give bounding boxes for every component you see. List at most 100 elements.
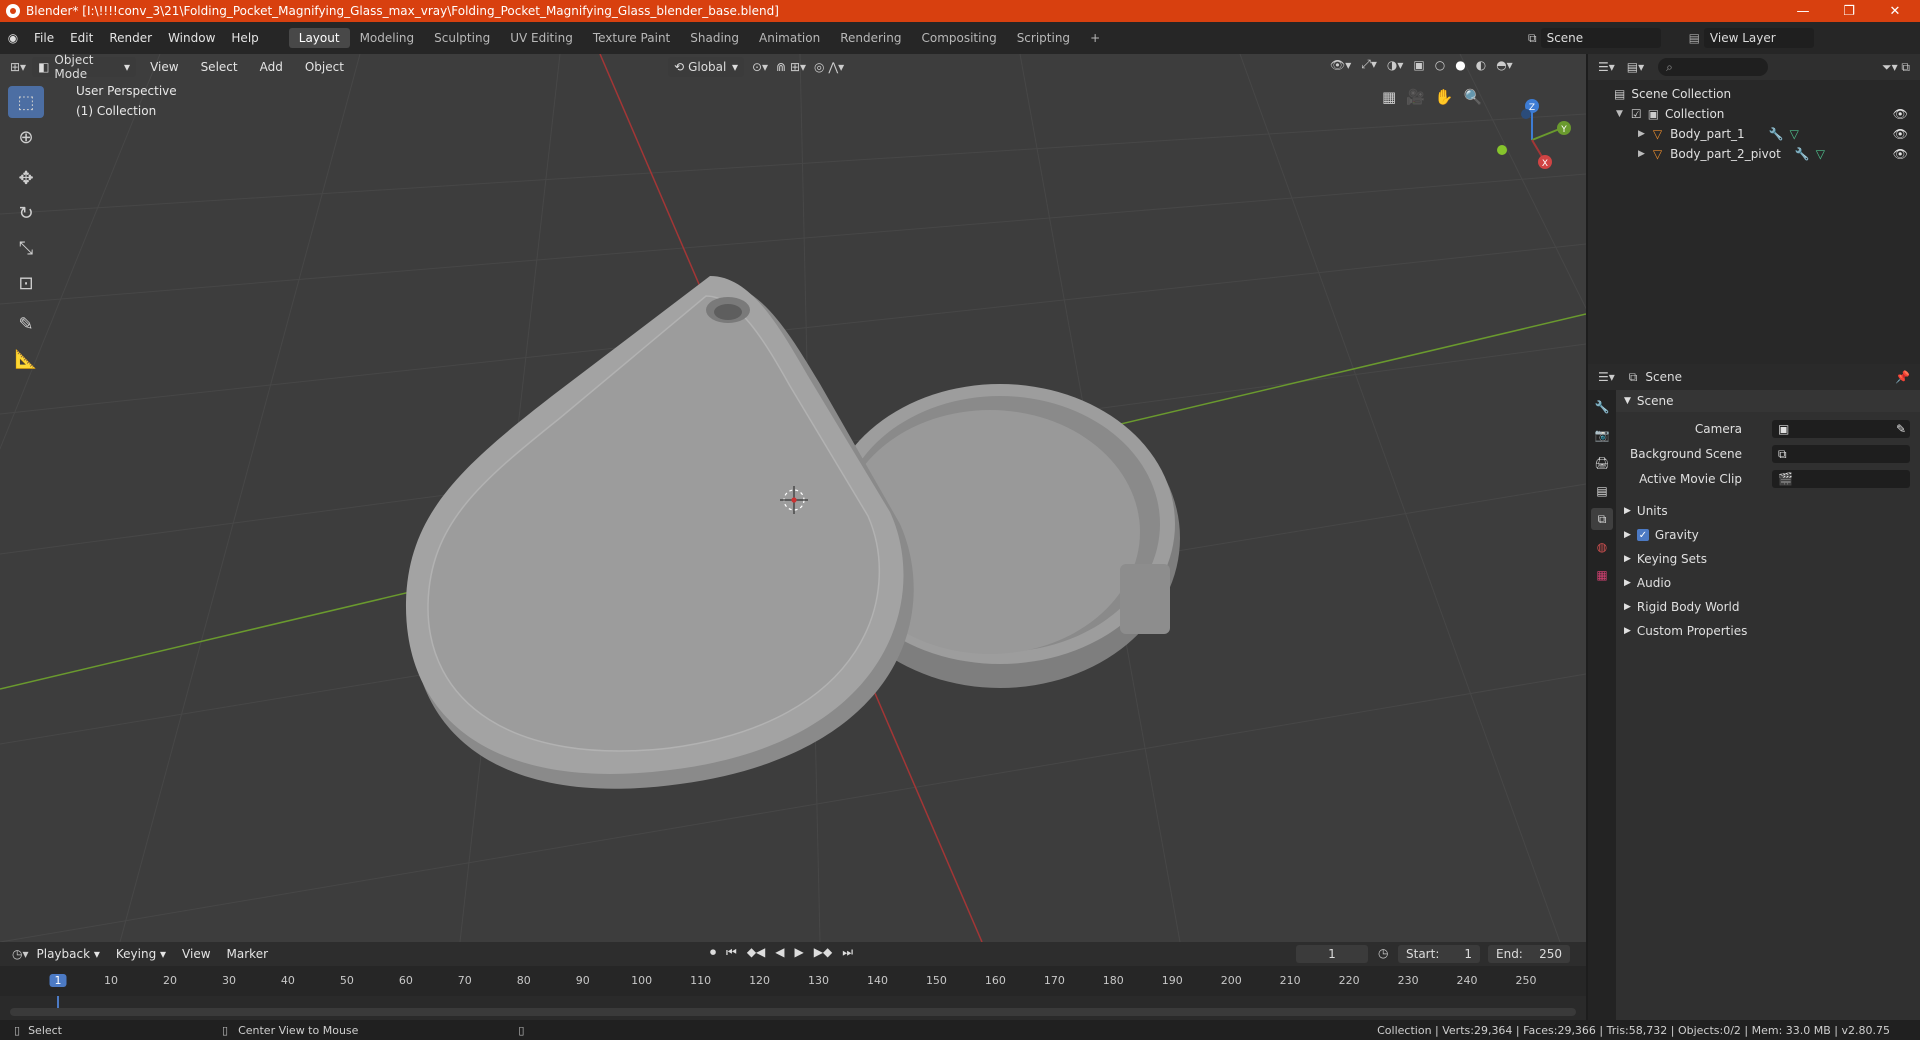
mode-selector[interactable]: ◧ Object Mode ▾ — [32, 54, 137, 81]
panel-gravity[interactable]: ▶ ✓ Gravity — [1616, 524, 1920, 546]
outliner-object-body-part-1[interactable]: ▶ ▽ Body_part_1 🔧 ▽ 👁 — [1588, 124, 1920, 144]
move-tool-icon[interactable]: ✥ — [8, 162, 44, 194]
material-shading-icon[interactable]: ◐ — [1476, 58, 1486, 72]
panel-rigid-body-world[interactable]: ▶ Rigid Body World — [1616, 596, 1920, 618]
active-movie-clip-field[interactable]: 🎬 — [1772, 470, 1910, 488]
measure-tool-icon[interactable]: 📐 — [8, 343, 44, 375]
outliner-scene-collection[interactable]: ▤ Scene Collection — [1588, 84, 1920, 104]
menu-edit[interactable]: Edit — [62, 31, 101, 45]
eyedropper-icon[interactable]: ✎ — [1896, 422, 1906, 436]
tab-animation[interactable]: Animation — [749, 28, 830, 48]
camera-view-icon[interactable]: 🎥 — [1406, 88, 1425, 106]
prev-keyframe-icon[interactable]: ◆◀ — [747, 945, 765, 960]
navigation-gizmo[interactable]: Z Y X — [1490, 90, 1574, 174]
camera-field[interactable]: ▣ ✎ — [1772, 420, 1910, 438]
play-reverse-icon[interactable]: ◀ — [775, 945, 784, 960]
background-scene-field[interactable]: ⧉ — [1772, 445, 1910, 463]
timeline-scrollbar[interactable] — [10, 1008, 1576, 1016]
filter-icon[interactable]: ⏷▾ ⧉ — [1882, 60, 1910, 75]
scene-icon[interactable]: ⧉ — [1528, 31, 1537, 46]
minimize-button[interactable]: — — [1780, 0, 1826, 22]
outliner-object-body-part-2-pivot[interactable]: ▶ ▽ Body_part_2_pivot 🔧 ▽ 👁 — [1588, 144, 1920, 164]
tab-compositing[interactable]: Compositing — [911, 28, 1006, 48]
tab-sculpting[interactable]: Sculpting — [424, 28, 500, 48]
viewport-menu-add[interactable]: Add — [252, 60, 291, 74]
start-frame-field[interactable]: Start: 1 — [1398, 945, 1480, 963]
collection-checkbox[interactable]: ☑ — [1631, 107, 1642, 121]
viewport-menu-object[interactable]: Object — [297, 60, 352, 74]
outliner-search-input[interactable]: ⌕ — [1658, 58, 1769, 76]
menu-file[interactable]: File — [26, 31, 62, 45]
timeline-menu-keying[interactable]: Keying ▾ — [108, 947, 174, 961]
play-icon[interactable]: ▶ — [795, 945, 804, 960]
snap-icon[interactable]: ⋒ ⊞▾ — [776, 60, 806, 74]
rotate-tool-icon[interactable]: ↻ — [8, 197, 44, 229]
tab-texture-paint[interactable]: Texture Paint — [583, 28, 680, 48]
pin-icon[interactable]: 📌 — [1895, 370, 1910, 384]
view-layer-tab-icon[interactable]: ▤ — [1591, 480, 1613, 502]
view-layer-selector[interactable]: View Layer — [1703, 28, 1814, 48]
scale-tool-icon[interactable]: ⤡ — [8, 232, 44, 264]
world-tab-icon[interactable]: ◍ — [1591, 536, 1613, 558]
add-workspace-icon[interactable]: + — [1080, 28, 1110, 48]
eye-icon[interactable]: 👁 — [1893, 107, 1908, 121]
panel-audio[interactable]: ▶ Audio — [1616, 572, 1920, 594]
scene-section-header[interactable]: ▼ Scene — [1616, 390, 1920, 412]
scene-tab-icon[interactable]: ⧉ — [1591, 508, 1613, 530]
pan-hand-icon[interactable]: ✋ — [1435, 88, 1454, 106]
pivot-icon[interactable]: ⊙▾ — [752, 60, 768, 74]
tool-tab-icon[interactable]: 🔧 — [1591, 396, 1613, 418]
zoom-icon[interactable]: 🔍 — [1464, 88, 1483, 106]
grid-view-icon[interactable]: ▦ — [1382, 88, 1396, 106]
panel-custom-properties[interactable]: ▶ Custom Properties — [1616, 620, 1920, 642]
outliner-collection[interactable]: ▼ ☑ ▣ Collection 👁 — [1588, 104, 1920, 124]
tab-shading[interactable]: Shading — [680, 28, 749, 48]
maximize-button[interactable]: ❐ — [1826, 0, 1872, 22]
menu-render[interactable]: Render — [101, 31, 160, 45]
expand-arrow-icon[interactable]: ▼ — [1616, 109, 1623, 119]
proportional-edit-icon[interactable]: ◎ ⋀▾ — [814, 60, 844, 74]
viewport-menu-view[interactable]: View — [142, 60, 186, 74]
menu-help[interactable]: Help — [223, 31, 266, 45]
orientation-selector[interactable]: ⟲ Global ▾ — [668, 57, 744, 77]
tab-scripting[interactable]: Scripting — [1007, 28, 1080, 48]
record-icon[interactable]: ⏺ — [710, 945, 716, 960]
panel-units[interactable]: ▶ Units — [1616, 500, 1920, 522]
tab-uv-editing[interactable]: UV Editing — [500, 28, 583, 48]
texture-tab-icon[interactable]: ▦ — [1591, 564, 1613, 586]
mesh-data-icon[interactable]: ▽ — [1816, 147, 1825, 161]
display-mode-icon[interactable]: ▤▾ — [1627, 60, 1644, 74]
view-layer-icon[interactable]: ▤ — [1689, 31, 1700, 45]
current-frame-field[interactable]: 1 — [1296, 945, 1368, 963]
transform-tool-icon[interactable]: ⊡ — [8, 267, 44, 299]
expand-arrow-icon[interactable]: ▶ — [1638, 149, 1645, 159]
tab-rendering[interactable]: Rendering — [830, 28, 911, 48]
jump-start-icon[interactable]: ⏮ — [726, 945, 737, 960]
clock-icon[interactable]: ◷ — [1378, 946, 1388, 960]
jump-end-icon[interactable]: ⏭ — [842, 945, 853, 960]
scene-selector[interactable]: Scene — [1540, 28, 1661, 48]
rendered-shading-icon[interactable]: ◓▾ — [1496, 58, 1513, 72]
close-button[interactable]: ✕ — [1872, 0, 1918, 22]
blender-menu-icon[interactable]: ◉ — [0, 31, 26, 45]
xray-icon[interactable]: ▣ — [1413, 58, 1424, 72]
next-keyframe-icon[interactable]: ▶◆ — [814, 945, 832, 960]
modifier-wrench-icon[interactable]: 🔧 — [1769, 127, 1784, 141]
properties-editor-icon[interactable]: ☰▾ — [1598, 370, 1615, 384]
timeline-editor-icon[interactable]: ◷▾ — [12, 947, 29, 961]
expand-arrow-icon[interactable]: ▶ — [1638, 129, 1645, 139]
gravity-checkbox[interactable]: ✓ — [1636, 529, 1649, 541]
gizmo-icon[interactable]: ⤢▾ — [1361, 57, 1377, 72]
modifier-wrench-icon[interactable]: 🔧 — [1795, 147, 1810, 161]
timeline-menu-view[interactable]: View — [174, 947, 218, 961]
viewport-menu-select[interactable]: Select — [193, 60, 246, 74]
frame-ruler[interactable]: 1 10 20 30 40 50 60 70 80 90 100 110 120 130 140 150 160… — [0, 966, 1586, 996]
solid-shading-icon[interactable]: ● — [1455, 58, 1465, 72]
annotate-tool-icon[interactable]: ✎ — [8, 308, 44, 340]
mesh-data-icon[interactable]: ▽ — [1790, 127, 1799, 141]
timeline-menu-marker[interactable]: Marker — [219, 947, 276, 961]
tab-modeling[interactable]: Modeling — [350, 28, 425, 48]
outliner-editor-icon[interactable]: ☰▾ — [1598, 60, 1615, 74]
output-tab-icon[interactable]: 🖨 — [1591, 452, 1613, 474]
eye-icon[interactable]: 👁 — [1893, 147, 1908, 161]
